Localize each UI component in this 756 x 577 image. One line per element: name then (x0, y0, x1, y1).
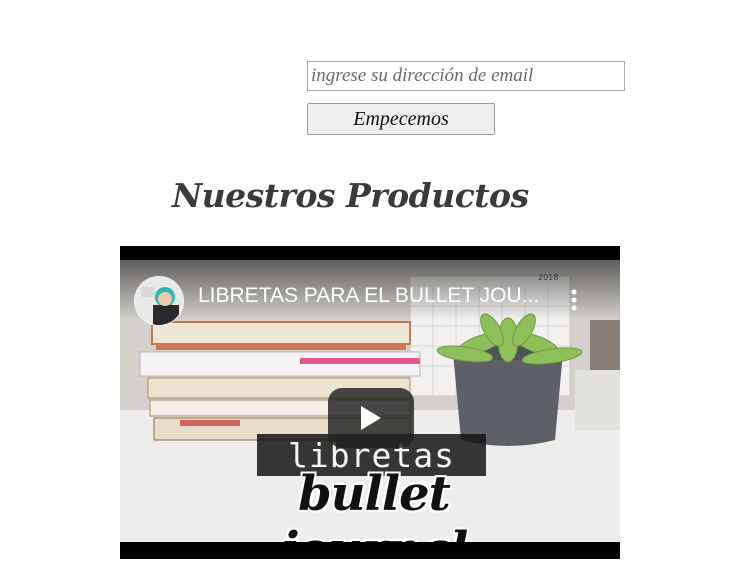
video-thumbnail[interactable]: 2018 (120, 260, 620, 542)
channel-avatar[interactable] (134, 276, 184, 326)
caption-bullet-journal: bullet journal (281, 466, 469, 542)
start-button[interactable]: Empecemos (307, 103, 495, 135)
video-title[interactable]: LIBRETAS PARA EL BULLET JOU... (198, 284, 558, 308)
more-vert-icon[interactable] (568, 288, 580, 312)
play-icon (361, 406, 381, 430)
video-player[interactable]: 2018 (120, 246, 620, 559)
play-button[interactable] (328, 388, 414, 448)
section-title: Nuestros Productos (172, 176, 529, 215)
email-input[interactable] (307, 61, 625, 91)
avatar-image (135, 277, 183, 325)
